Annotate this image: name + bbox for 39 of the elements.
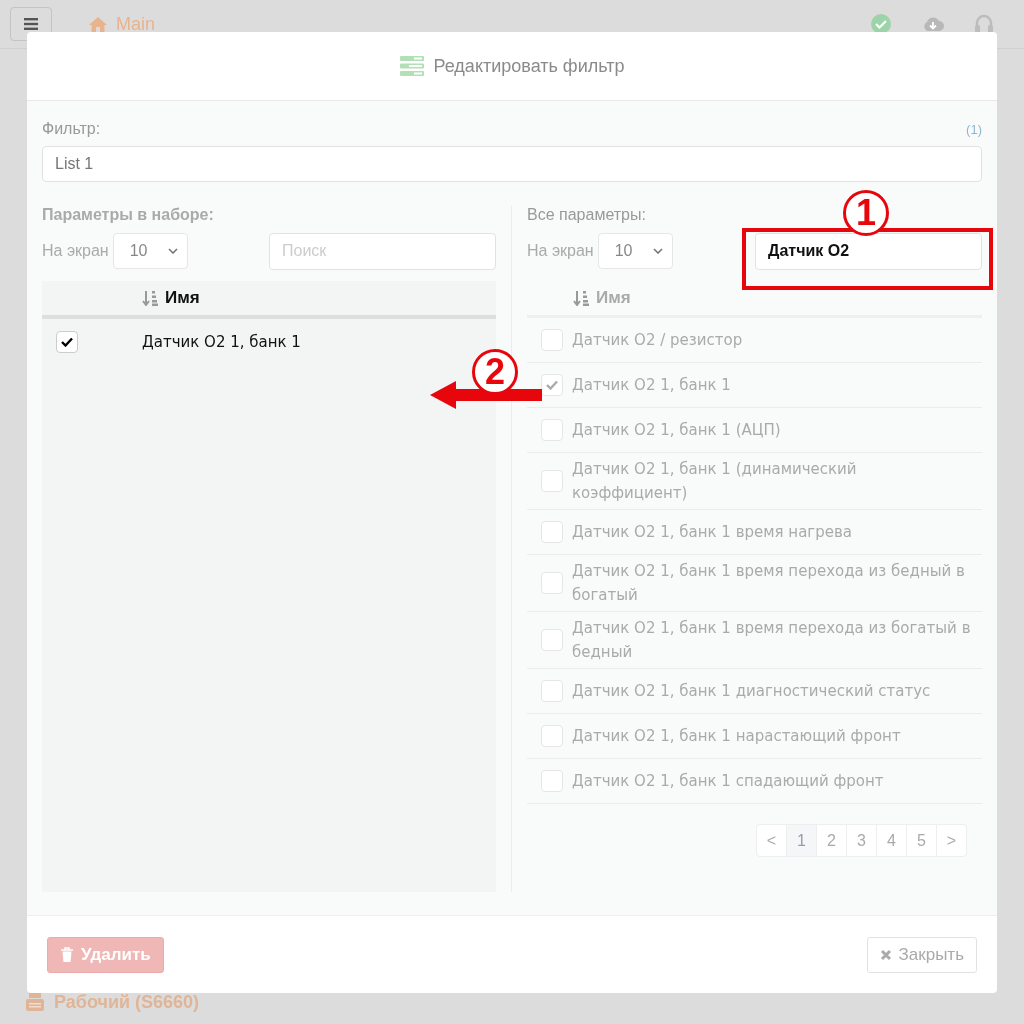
table-cell-text: Датчик O2 1, банк 1 диагностический статус bbox=[572, 681, 932, 702]
filter-name-field[interactable]: List 1 bbox=[42, 146, 982, 182]
menu-icon bbox=[24, 18, 38, 30]
filter-count: (1) bbox=[966, 121, 982, 137]
per-page-label: На экран bbox=[527, 242, 594, 260]
delete-button[interactable]: Удалить bbox=[47, 936, 164, 973]
menu-item[interactable]: Рабочий (S6660) bbox=[54, 991, 200, 1013]
filter-list-icon bbox=[399, 56, 424, 76]
sort-icon bbox=[573, 290, 589, 306]
table-cell-text: Датчик O2 1, банк 1 (динамический коэффициент) bbox=[572, 459, 858, 504]
chevron-down-icon bbox=[652, 248, 663, 254]
table-cell-text: Датчик O2 1, банк 1 (АЦП) bbox=[572, 420, 782, 441]
table-cell-text: Датчик O2 1, банк 1 bbox=[572, 375, 732, 396]
table-cell-text: Датчик O2 1, банк 1 bbox=[142, 331, 302, 353]
per-page-label: На экран bbox=[42, 242, 109, 260]
table-cell-text: Датчик O2 1, банк 1 спадающий фронт bbox=[572, 771, 885, 792]
checkbox[interactable] bbox=[56, 330, 78, 353]
check-icon bbox=[61, 336, 73, 347]
table-cell-text: Датчик O2 1, банк 1 время перехода из богатый в бедный bbox=[572, 618, 972, 663]
panel-title: Параметры в наборе: bbox=[42, 206, 214, 225]
per-page-select[interactable]: 10 bbox=[112, 233, 188, 269]
sort-icon bbox=[142, 290, 158, 306]
home-icon bbox=[88, 15, 108, 33]
close-icon bbox=[879, 948, 892, 961]
printer-icon bbox=[26, 993, 44, 1011]
field-label: Фильтр: bbox=[42, 120, 101, 138]
panel-title: Все параметры: bbox=[527, 206, 646, 225]
check-icon bbox=[546, 380, 558, 390]
page-title[interactable]: Main bbox=[116, 13, 155, 35]
dialog-title: Редактировать фильтр bbox=[433, 55, 625, 77]
table-cell-text: Датчик O2 / резистор bbox=[572, 330, 744, 351]
table-cell-text: Датчик O2 1, банк 1 нарастающий фронт bbox=[572, 726, 902, 747]
close-button[interactable]: Закрыть bbox=[866, 936, 977, 973]
table-cell-text: Датчик O2 1, банк 1 время нагрева bbox=[572, 522, 854, 543]
column-header[interactable]: Имя bbox=[142, 288, 200, 308]
trash-icon bbox=[60, 946, 74, 963]
chevron-down-icon bbox=[167, 248, 178, 254]
table-cell-text: Датчик O2 1, банк 1 время перехода из бедный в богатый bbox=[572, 561, 966, 606]
cloud-download-icon[interactable] bbox=[922, 16, 944, 32]
